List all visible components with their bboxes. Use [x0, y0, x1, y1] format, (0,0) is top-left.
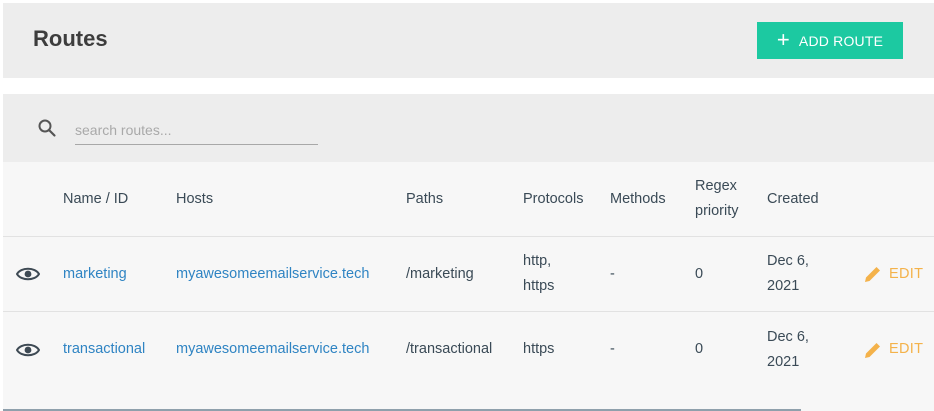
table-header-row: Name / ID Hosts Paths Protocols Methods …: [3, 162, 934, 237]
route-methods: -: [610, 341, 615, 357]
route-path: /transactional: [406, 341, 493, 357]
table-row: marketing myawesomeemailservice.tech /ma…: [3, 237, 934, 312]
search-input[interactable]: [75, 116, 318, 145]
eye-icon: [16, 343, 40, 356]
search-icon: [38, 119, 56, 137]
page-header: Routes + ADD ROUTE: [3, 3, 934, 78]
column-header-protocols[interactable]: Protocols: [523, 162, 583, 236]
pencil-icon: [865, 342, 880, 358]
column-header-regex-priority[interactable]: Regex priority: [695, 162, 739, 236]
created-date: Dec 6,: [767, 253, 809, 269]
protocol-item: https: [523, 278, 555, 294]
edit-label: EDIT: [889, 265, 924, 282]
edit-label: EDIT: [889, 341, 924, 357]
column-header-created[interactable]: Created: [767, 162, 819, 236]
route-host-link[interactable]: myawesomeemailservice.tech: [176, 312, 369, 387]
protocol-item: https: [523, 341, 555, 357]
regex-priority-line-1: Regex: [695, 178, 737, 194]
column-header-hosts[interactable]: Hosts: [176, 162, 213, 236]
add-route-button[interactable]: + ADD ROUTE: [757, 22, 903, 59]
regex-priority-line-2: priority: [695, 203, 739, 219]
routes-card: Name / ID Hosts Paths Protocols Methods …: [3, 94, 934, 411]
created-year: 2021: [767, 353, 800, 370]
route-protocols: http, https: [523, 237, 554, 311]
view-route-button[interactable]: [15, 312, 41, 387]
column-header-name[interactable]: Name / ID: [63, 162, 128, 236]
edit-route-button[interactable]: EDIT: [863, 312, 923, 387]
page-title: Routes: [33, 26, 108, 51]
created-year: 2021: [767, 278, 800, 294]
column-header-methods[interactable]: Methods: [610, 162, 666, 236]
route-protocols: https: [523, 312, 554, 387]
route-name-link[interactable]: marketing: [63, 237, 127, 311]
view-route-button[interactable]: [15, 237, 41, 311]
route-regex-priority: 0: [695, 265, 704, 282]
edit-route-button[interactable]: EDIT: [863, 237, 923, 311]
route-path: /marketing: [406, 265, 474, 282]
routes-table: Name / ID Hosts Paths Protocols Methods …: [3, 162, 934, 387]
table-row: transactional myawesomeemailservice.tech…: [3, 312, 934, 387]
route-host-link[interactable]: myawesomeemailservice.tech: [176, 237, 369, 311]
created-date: Dec 6,: [767, 328, 809, 345]
pencil-icon: [865, 267, 880, 282]
plus-icon: +: [776, 26, 790, 52]
protocol-item: http,: [523, 253, 552, 269]
route-methods: -: [610, 265, 615, 282]
route-regex-priority: 0: [695, 341, 704, 357]
route-created: Dec 6, 2021: [767, 312, 809, 387]
search-bar: [3, 94, 934, 162]
route-name-link[interactable]: transactional: [63, 312, 145, 387]
column-header-paths[interactable]: Paths: [406, 162, 443, 236]
eye-icon: [16, 267, 40, 281]
add-route-label: ADD ROUTE: [798, 32, 884, 49]
route-created: Dec 6, 2021: [767, 237, 809, 311]
